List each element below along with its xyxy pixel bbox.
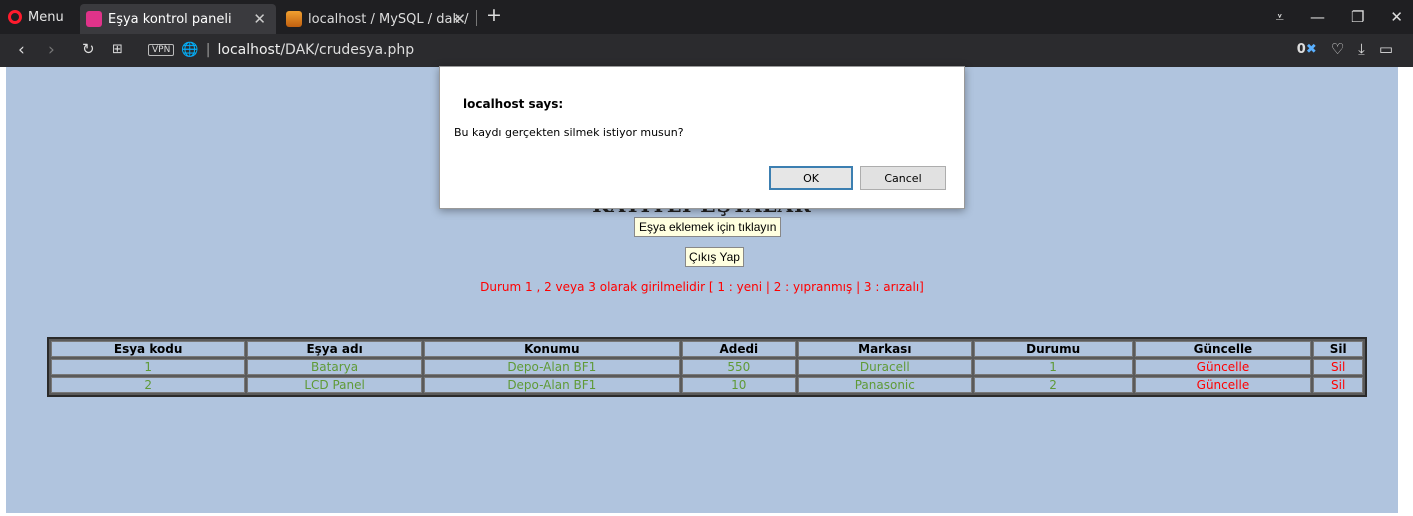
phpmyadmin-favicon-icon xyxy=(286,11,302,27)
address-bar: ‹ › ↻ ⊞ VPN 🌐 | localhost/DAK/crudesya.p… xyxy=(0,34,1413,67)
cell-quantity: 550 xyxy=(681,359,796,375)
cancel-button[interactable]: Cancel xyxy=(860,166,946,190)
header-guncelle: Güncelle xyxy=(1134,341,1312,357)
dialog-message: Bu kaydı gerçekten silmek istiyor musun? xyxy=(454,126,684,139)
tab-esya-kontrol[interactable]: Eşya kontrol paneli ✕ xyxy=(80,4,276,34)
minimize-icon[interactable]: — xyxy=(1310,8,1325,26)
header-esya-adi: Eşya adı xyxy=(247,341,422,357)
header-adedi: Adedi xyxy=(681,341,796,357)
url-host: localhost xyxy=(217,42,281,58)
heart-icon[interactable]: ♡ xyxy=(1331,40,1344,58)
close-window-icon[interactable]: ✕ xyxy=(1390,8,1403,26)
download-icon[interactable]: ⤓ xyxy=(1358,40,1365,58)
tab-title: localhost / MySQL / dak / xyxy=(308,11,469,27)
battery-icon[interactable]: ▭ xyxy=(1379,40,1393,58)
cell-name: LCD Panel xyxy=(247,377,422,393)
url-divider: | xyxy=(205,42,211,58)
globe-icon: 🌐 xyxy=(181,42,199,58)
favicon-icon xyxy=(86,11,102,27)
vpn-badge[interactable]: VPN xyxy=(148,44,175,56)
logout-button[interactable]: Çıkış Yap xyxy=(685,247,744,267)
items-table: Esya kodu Eşya adı Konumu Adedi Markası … xyxy=(47,337,1367,397)
adblock-icon[interactable]: ✖ xyxy=(1306,42,1317,57)
restore-icon[interactable]: ❐ xyxy=(1351,8,1364,26)
ok-button[interactable]: OK xyxy=(769,166,853,190)
status-info-text: Durum 1 , 2 veya 3 olarak girilmelidir [… xyxy=(480,280,924,294)
cell-status: 2 xyxy=(973,377,1133,393)
table-row: 2 LCD Panel Depo-Alan BF1 10 Panasonic 2… xyxy=(51,377,1363,393)
back-icon[interactable]: ‹ xyxy=(18,40,25,60)
url-path: /DAK/crudesya.php xyxy=(280,42,415,58)
header-durumu: Durumu xyxy=(973,341,1133,357)
cell-location: Depo-Alan BF1 xyxy=(423,359,680,375)
cell-location: Depo-Alan BF1 xyxy=(423,377,680,393)
opera-logo-icon xyxy=(8,10,22,24)
speed-dial-icon[interactable]: ⊞ xyxy=(112,42,123,57)
tab-separator xyxy=(476,10,477,26)
menu-label: Menu xyxy=(28,9,64,25)
update-link[interactable]: Güncelle xyxy=(1134,377,1312,393)
cell-brand: Duracell xyxy=(797,359,972,375)
toolbar-right: 0✖ ♡ ⤓ ▭ xyxy=(1297,40,1393,58)
delete-link[interactable]: Sil xyxy=(1313,359,1363,375)
forward-icon[interactable]: › xyxy=(48,40,55,60)
header-sil: Sil xyxy=(1313,341,1363,357)
browser-tab-bar: Menu Eşya kontrol paneli ✕ localhost / M… xyxy=(0,0,1413,34)
update-link[interactable]: Güncelle xyxy=(1134,359,1312,375)
cell-code: 1 xyxy=(51,359,246,375)
tab-close-icon[interactable]: ✕ xyxy=(253,10,266,28)
header-konumu: Konumu xyxy=(423,341,680,357)
cell-status: 1 xyxy=(973,359,1133,375)
header-esya-kodu: Esya kodu xyxy=(51,341,246,357)
new-tab-button[interactable]: + xyxy=(486,4,502,26)
dialog-title: localhost says: xyxy=(463,97,564,111)
table-header-row: Esya kodu Eşya adı Konumu Adedi Markası … xyxy=(51,341,1363,357)
table-row: 1 Batarya Depo-Alan BF1 550 Duracell 1 G… xyxy=(51,359,1363,375)
tab-close-icon[interactable]: ✕ xyxy=(453,10,466,28)
tab-title: Eşya kontrol paneli xyxy=(108,11,232,27)
cell-code: 2 xyxy=(51,377,246,393)
reload-icon[interactable]: ↻ xyxy=(82,40,95,58)
add-item-button[interactable]: Eşya eklemek için tıklayın xyxy=(634,217,782,237)
url-field[interactable]: VPN 🌐 | localhost/DAK/crudesya.php xyxy=(148,39,414,61)
window-controls: ⩡ — ❐ ✕ xyxy=(1276,0,1404,34)
cell-brand: Panasonic xyxy=(797,377,972,393)
adblock-count: 0 xyxy=(1296,41,1306,57)
tab-phpmyadmin[interactable]: localhost / MySQL / dak / ✕ xyxy=(280,4,476,34)
cell-quantity: 10 xyxy=(681,377,796,393)
header-markasi: Markası xyxy=(797,341,972,357)
opera-menu-button[interactable]: Menu xyxy=(8,0,64,34)
cell-name: Batarya xyxy=(247,359,422,375)
tab-menu-icon[interactable]: ⩡ xyxy=(1276,8,1284,26)
confirm-dialog: localhost says: Bu kaydı gerçekten silme… xyxy=(439,66,965,209)
delete-link[interactable]: Sil xyxy=(1313,377,1363,393)
